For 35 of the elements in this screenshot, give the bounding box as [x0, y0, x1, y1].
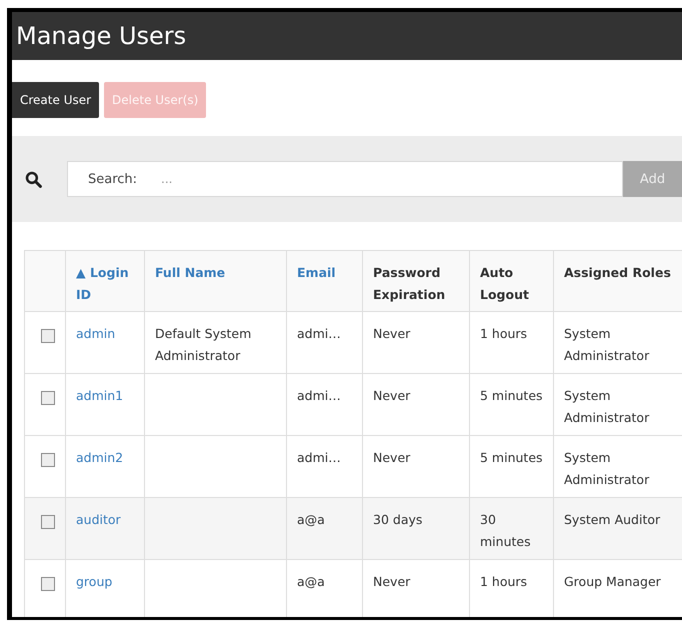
table-cell: 1 hours [480, 574, 528, 589]
table-cell: Group Manager [564, 574, 661, 589]
login-id-link[interactable]: admin1 [76, 388, 124, 403]
table-cell: 30 days [373, 512, 422, 527]
row-checkbox[interactable] [41, 515, 55, 529]
table-cell: 5 minutes [480, 388, 543, 403]
create-user-button[interactable]: Create User [12, 82, 100, 118]
login-id-link[interactable]: admin [76, 326, 116, 341]
table-cell: 1 hours [480, 326, 528, 341]
table-cell: admi… [297, 388, 341, 403]
search-field[interactable]: Search: ... [67, 161, 623, 197]
table-cell: admi… [297, 326, 341, 341]
login-id-link[interactable]: group [76, 574, 112, 589]
table-cell: Never [373, 574, 410, 589]
table-cell: a@a [297, 574, 325, 589]
search-icon [25, 170, 42, 188]
table-cell: System Administrator [564, 326, 650, 363]
row-checkbox[interactable] [41, 577, 55, 591]
table-cell: admi… [297, 450, 341, 465]
page-title: Manage Users [16, 22, 186, 50]
login-id-link[interactable]: admin2 [76, 450, 124, 465]
table-cell: a@a [297, 512, 325, 527]
table-cell: Never [373, 450, 410, 465]
table-cell: Default System Administrator [155, 326, 252, 363]
table-cell: Never [373, 388, 410, 403]
row-checkbox[interactable] [41, 329, 55, 343]
table-cell: System Administrator [564, 388, 650, 425]
table-cell: Never [373, 326, 410, 341]
table-cell: 30 minutes [480, 512, 531, 549]
table-cell: System Auditor [564, 512, 660, 527]
table-cell: 5 minutes [480, 450, 543, 465]
row-checkbox[interactable] [41, 391, 55, 405]
row-checkbox[interactable] [41, 453, 55, 467]
login-id-link[interactable]: auditor [76, 512, 121, 527]
table-cell: System Administrator [564, 450, 650, 487]
